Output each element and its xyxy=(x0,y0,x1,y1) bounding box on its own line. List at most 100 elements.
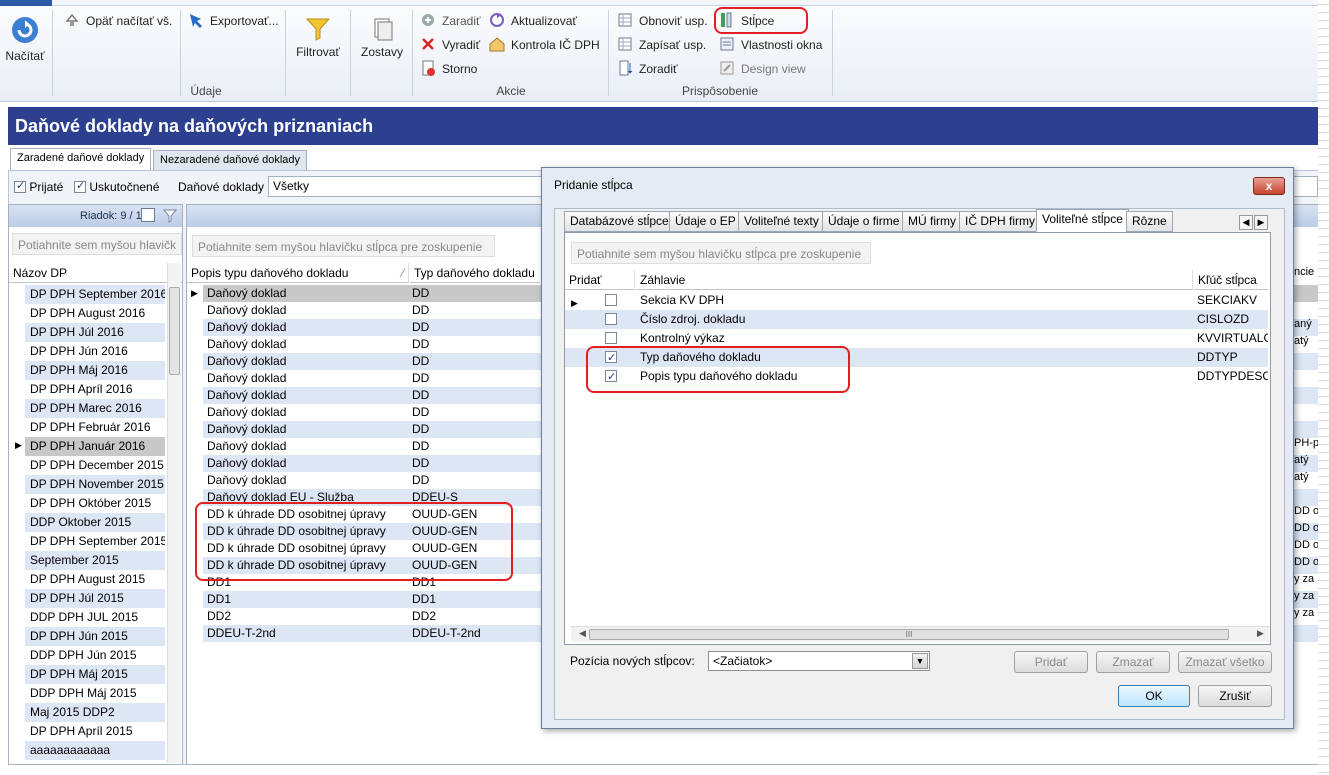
ok-button[interactable]: OK xyxy=(1118,685,1190,707)
reports-button[interactable]: Zostavy xyxy=(356,16,408,59)
column-option-row[interactable]: Číslo zdroj. dokladu CISLOZD xyxy=(565,310,1268,329)
dialog-tab[interactable]: Rôzne xyxy=(1126,211,1173,232)
tab-scroll-left-button[interactable]: ◀ xyxy=(1239,215,1253,230)
tax-return-name-header[interactable]: Názov DP xyxy=(9,263,182,283)
delete-all-button[interactable]: Zmazať všetko xyxy=(1178,651,1272,673)
tab-scroll-right-button[interactable]: ▶ xyxy=(1254,215,1268,230)
description-cell: Daňový doklad xyxy=(207,286,287,300)
list-item[interactable]: DP DPH Apríl 2016 xyxy=(25,380,165,399)
list-item[interactable]: DP DPH August 2016 xyxy=(25,304,165,323)
left-group-hint[interactable]: Potiahnite sem myšou hlavičk xyxy=(12,233,182,255)
add-column-checkbox[interactable] xyxy=(605,313,617,325)
caption-cell: Sekcia KV DPH xyxy=(640,293,725,307)
list-item[interactable]: Maj 2015 DDP2 xyxy=(25,703,165,722)
filter-button[interactable]: Filtrovať xyxy=(292,16,344,59)
description-cell: DDEU-T-2nd xyxy=(207,626,276,640)
list-item[interactable]: DP DPH Marec 2016 xyxy=(25,399,165,418)
application-tab[interactable] xyxy=(0,0,52,6)
key-column-header[interactable]: Kľúč stĺpca xyxy=(1194,270,1268,290)
scroll-left-arrow-icon[interactable]: ◀ xyxy=(579,628,586,639)
group-actions-label: Akcie xyxy=(496,84,526,98)
scroll-right-arrow-icon[interactable]: ▶ xyxy=(1257,628,1264,639)
main-group-hint[interactable]: Potiahnite sem myšou hlavičku stĺpca pre… xyxy=(192,235,495,257)
list-item[interactable]: DP DPH August 2015 xyxy=(25,570,165,589)
list-item-label: DP DPH Júl 2015 xyxy=(30,591,124,605)
dialog-tab[interactable]: Voliteľné texty xyxy=(738,211,825,232)
dialog-tab[interactable]: MÚ firmy xyxy=(902,211,962,232)
restore-settings-label: Obnoviť usp. xyxy=(639,14,708,28)
plus-circle-icon xyxy=(420,12,436,28)
add-column-header[interactable]: Pridať xyxy=(565,270,635,290)
export-button[interactable]: Exportovať... xyxy=(188,11,279,31)
add-button[interactable]: Pridať xyxy=(1014,651,1088,673)
list-item[interactable]: DP DPH Október 2015 xyxy=(25,494,165,513)
caption-column-header[interactable]: Záhlavie xyxy=(636,270,1193,290)
add-column-checkbox[interactable] xyxy=(605,294,617,306)
list-item[interactable]: DP DPH Júl 2016 xyxy=(25,323,165,342)
checkbox-icon xyxy=(14,179,26,193)
tax-return-list-panel: Riadok: 9 / 168 Potiahnite sem myšou hla… xyxy=(8,204,183,765)
update-button[interactable]: Aktualizovať xyxy=(489,11,577,31)
check-ic-dph-button[interactable]: Kontrola IČ DPH xyxy=(489,35,600,55)
list-item[interactable]: DP DPH Júl 2015 xyxy=(25,589,165,608)
list-item[interactable]: DDP DPH JUL 2015 xyxy=(25,608,165,627)
restore-settings-button[interactable]: Obnoviť usp. xyxy=(617,11,708,31)
dialog-tab[interactable]: Databázové stĺpce xyxy=(564,211,675,232)
tab-filed-documents[interactable]: Zaradené daňové doklady xyxy=(10,148,152,170)
exclude-button[interactable]: Vyradiť xyxy=(420,35,480,55)
list-item[interactable]: September 2015 xyxy=(25,551,165,570)
list-item-label: DP DPH November 2015 xyxy=(30,477,164,491)
dialog-scroll-thumb[interactable]: III xyxy=(589,629,1229,640)
new-columns-position-select[interactable]: <Začiatok> ▼ xyxy=(708,651,930,671)
list-item[interactable]: DP DPH Február 2016 xyxy=(25,418,165,437)
list-item[interactable]: DP DPH Jún 2015 xyxy=(25,627,165,646)
delete-button[interactable]: Zmazať xyxy=(1096,651,1170,673)
dialog-tab[interactable]: IČ DPH firmy xyxy=(959,211,1041,232)
dialog-tab[interactable]: Údaje o firme xyxy=(822,211,906,232)
left-scrollbar[interactable] xyxy=(167,263,181,763)
add-column-checkbox[interactable] xyxy=(605,332,617,344)
cancel-button[interactable]: Zrušiť xyxy=(1198,685,1272,707)
dialog-close-button[interactable]: x xyxy=(1253,177,1285,195)
sort-button[interactable]: Zoradiť xyxy=(617,59,678,79)
grid-icon[interactable] xyxy=(141,208,155,222)
tab-unfiled-documents[interactable]: Nezaradené daňové doklady xyxy=(153,150,308,170)
left-scrollbar-thumb[interactable] xyxy=(169,287,180,375)
list-item[interactable]: DP DPH Apríl 2015 xyxy=(25,722,165,741)
list-item[interactable]: DP DPH Jún 2016 xyxy=(25,342,165,361)
dialog-group-hint[interactable]: Potiahnite sem myšou hlavičku stĺpca pre… xyxy=(571,242,871,264)
caption-cell: Číslo zdroj. dokladu xyxy=(640,312,746,326)
list-item[interactable]: aaaaaaaaaaaa xyxy=(25,741,165,760)
storno-button[interactable]: Storno xyxy=(420,59,477,79)
realized-checkbox[interactable]: Uskutočnené xyxy=(74,179,159,194)
type-column-header[interactable]: Typ daňového dokladu xyxy=(410,263,540,283)
design-view-button[interactable]: Design view xyxy=(719,59,806,79)
refresh-button[interactable]: Načítať xyxy=(4,14,46,63)
list-item[interactable]: DP DPH September 2016 xyxy=(25,285,165,304)
list-item[interactable]: DP DPH November 2015 xyxy=(25,475,165,494)
list-item[interactable]: DDP DPH Jún 2015 xyxy=(25,646,165,665)
save-settings-label: Zapísať usp. xyxy=(639,38,707,52)
list-item[interactable]: DDP Oktober 2015 xyxy=(25,513,165,532)
description-column-header[interactable]: Popis typu daňového dokladu ⁄ xyxy=(187,263,409,283)
refresh-label: Načítať xyxy=(5,49,45,63)
list-item[interactable]: DDP DPH Máj 2015 xyxy=(25,684,165,703)
received-checkbox[interactable]: Prijaté xyxy=(14,179,63,194)
dialog-tab[interactable]: Voliteľné stĺpce xyxy=(1036,209,1129,232)
list-item[interactable]: DP DPH Január 2016 xyxy=(25,437,165,456)
dialog-tab[interactable]: Údaje o EP xyxy=(669,211,742,232)
list-item[interactable]: DP DPH December 2015 xyxy=(25,456,165,475)
filter-icon[interactable] xyxy=(162,209,178,226)
dialog-horizontal-scrollbar[interactable]: ◀ III ▶ xyxy=(571,626,1269,642)
list-item[interactable]: DP DPH September 2015 xyxy=(25,532,165,551)
save-settings-button[interactable]: Zapísať usp. xyxy=(617,35,706,55)
current-row-indicator-icon: ▶ xyxy=(15,440,22,450)
list-item[interactable]: DP DPH Máj 2016 xyxy=(25,361,165,380)
documents-filter-select[interactable]: Všetky xyxy=(268,176,543,197)
column-option-row[interactable]: ▶ Sekcia KV DPH SEKCIAKV xyxy=(565,291,1268,310)
list-item[interactable]: DP DPH Máj 2015 xyxy=(25,665,165,684)
file-in-button[interactable]: Zaradiť xyxy=(420,11,481,31)
storno-doc-icon xyxy=(420,60,436,76)
reload-all-button[interactable]: Opäť načítať vš. xyxy=(64,11,172,31)
window-properties-button[interactable]: Vlastnosti okna xyxy=(719,35,822,55)
